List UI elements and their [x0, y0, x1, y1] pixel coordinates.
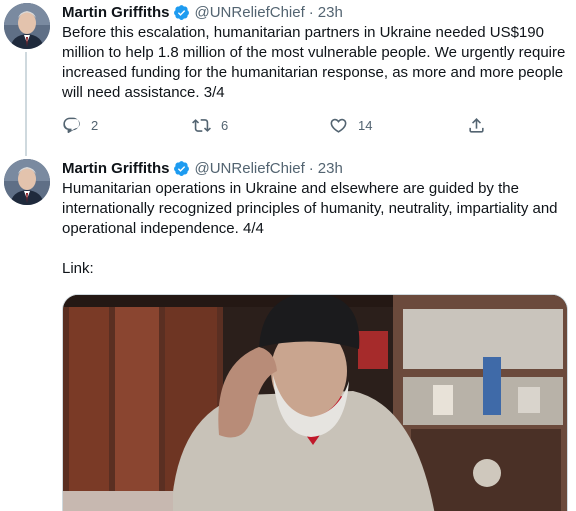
- media-image[interactable]: [62, 294, 568, 511]
- like-icon: [330, 118, 347, 133]
- tweet-text-content: Before this escalation, humanitarian par…: [62, 24, 566, 101]
- verified-badge-icon: [173, 160, 189, 176]
- tweet-text: Humanitarian operations in Ukraine and e…: [62, 179, 568, 279]
- author-handle[interactable]: @UNReliefChief: [195, 4, 305, 21]
- avatar[interactable]: [4, 159, 50, 205]
- tweet-text-content: Humanitarian operations in Ukraine and e…: [62, 180, 558, 237]
- retweet-count: 6: [221, 118, 229, 133]
- share-button[interactable]: [467, 116, 496, 135]
- reply-count: 2: [91, 118, 99, 133]
- author-handle[interactable]: @UNReliefChief: [195, 160, 305, 177]
- avatar[interactable]: [4, 3, 50, 49]
- like-button[interactable]: 14: [329, 116, 372, 135]
- tweet-header: Martin Griffiths @UNReliefChief · 23h: [62, 158, 343, 178]
- author-name[interactable]: Martin Griffiths: [62, 4, 170, 21]
- tweet-actions: 2 6 14: [62, 116, 492, 136]
- timestamp[interactable]: 23h: [318, 4, 343, 21]
- tweet[interactable]: Martin Griffiths @UNReliefChief · 23h Be…: [0, 0, 576, 156]
- retweet-button[interactable]: 6: [192, 116, 228, 135]
- separator: ·: [308, 3, 314, 21]
- tweet-header: Martin Griffiths @UNReliefChief · 23h: [62, 2, 343, 22]
- tweet[interactable]: Martin Griffiths @UNReliefChief · 23h Hu…: [0, 156, 576, 511]
- link-label: Link:: [62, 260, 94, 277]
- timestamp[interactable]: 23h: [318, 160, 343, 177]
- share-icon: [469, 118, 484, 133]
- verified-badge-icon: [173, 4, 189, 20]
- reply-button[interactable]: 2: [62, 116, 98, 135]
- tweet-text: Before this escalation, humanitarian par…: [62, 23, 568, 103]
- retweet-icon: [192, 119, 211, 132]
- like-count: 14: [358, 118, 373, 133]
- separator: ·: [308, 159, 314, 177]
- author-name[interactable]: Martin Griffiths: [62, 160, 170, 177]
- reply-icon: [63, 117, 80, 134]
